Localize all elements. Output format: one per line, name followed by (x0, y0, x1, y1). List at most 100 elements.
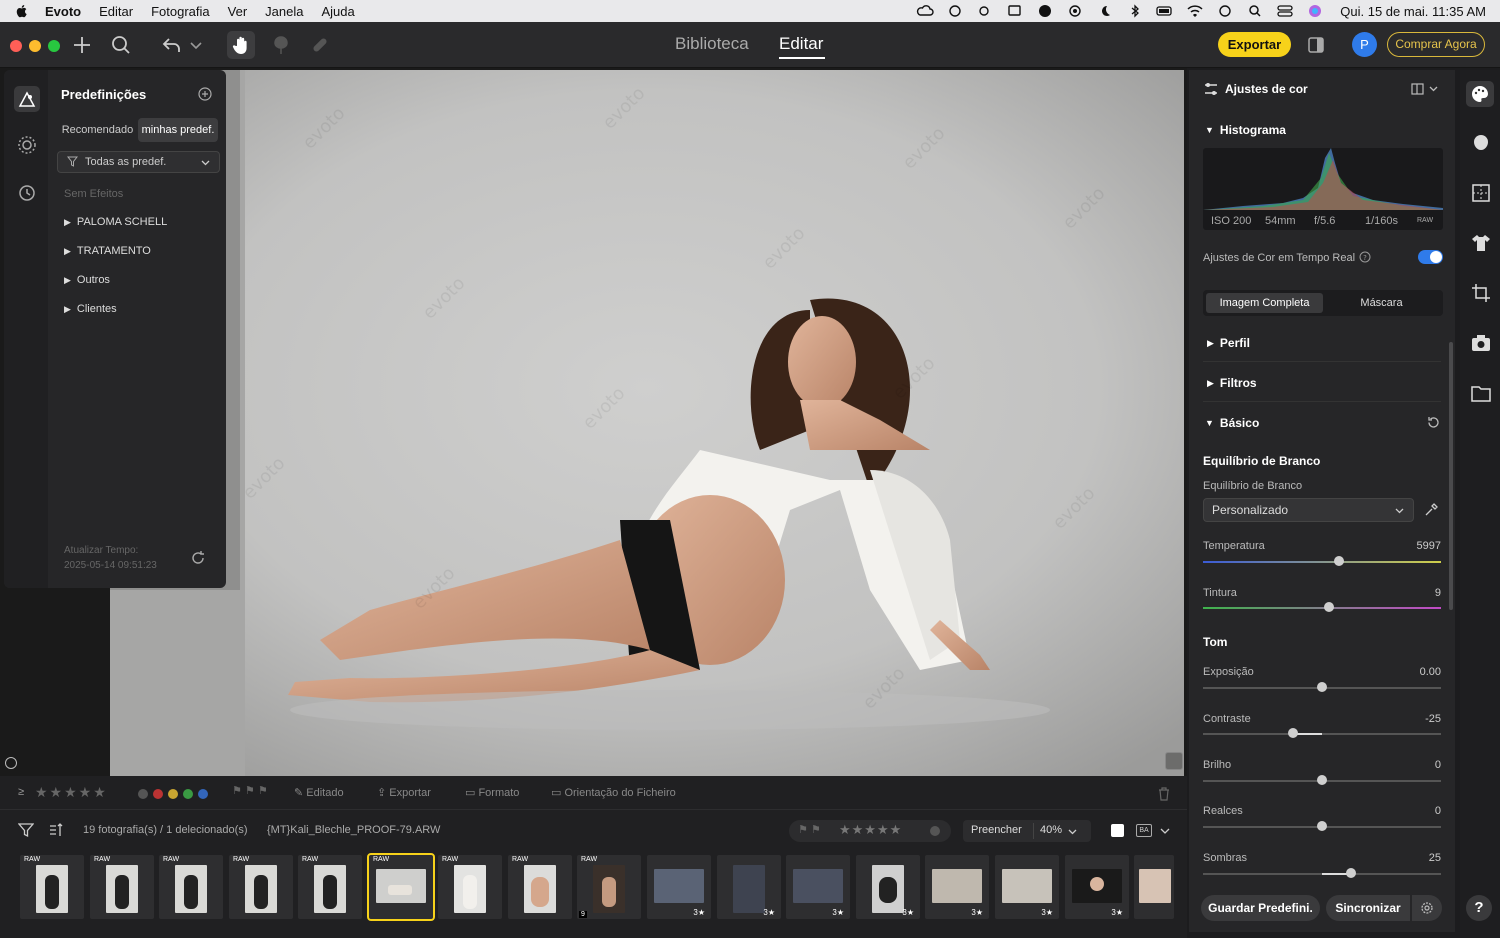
color-label-red[interactable] (153, 789, 163, 799)
save-preset-button[interactable]: Guardar Predefini. (1201, 895, 1320, 921)
sync-button[interactable]: Sincronizar (1326, 895, 1410, 921)
sort-icon[interactable] (48, 822, 64, 838)
chevron-down-icon[interactable] (1159, 825, 1171, 837)
undo-button[interactable] (158, 31, 186, 59)
add-button[interactable] (68, 31, 96, 59)
help-button[interactable]: ? (1466, 895, 1492, 921)
crop-tool-icon[interactable] (1470, 282, 1492, 304)
color-label-green[interactable] (183, 789, 193, 799)
export-filter[interactable]: ⇪ Exportar (377, 786, 431, 799)
flag-buttons[interactable]: ⚑ ⚑ (798, 823, 821, 836)
temperature-slider-knob[interactable] (1333, 556, 1344, 566)
exposure-value[interactable]: 0.00 (1420, 666, 1441, 678)
temperature-icon[interactable] (976, 4, 994, 18)
compare-view-button[interactable] (1165, 752, 1183, 770)
color-tool-button[interactable] (1466, 81, 1494, 107)
filmstrip-thumbnail[interactable]: RAW (229, 855, 293, 919)
hand-tool-button[interactable] (227, 31, 255, 59)
menu-ver[interactable]: Ver (219, 4, 257, 19)
eyedropper-icon[interactable] (1423, 502, 1439, 518)
preset-folder[interactable]: ▶ Clientes (64, 303, 117, 315)
color-label-yellow[interactable] (168, 789, 178, 799)
full-image-tab[interactable]: Imagem Completa (1206, 293, 1323, 313)
face-tool-icon[interactable] (1470, 132, 1492, 154)
wifi-icon[interactable] (1186, 4, 1204, 18)
brightness-value[interactable]: 0 (1435, 759, 1441, 771)
window-close-button[interactable] (10, 40, 22, 52)
siri-icon[interactable] (1306, 4, 1324, 18)
filmstrip-thumbnail[interactable]: RAW (90, 855, 154, 919)
preset-filter-select[interactable]: Todas as predef. (57, 151, 220, 173)
exposure-slider[interactable] (1203, 682, 1441, 692)
white-balance-select[interactable]: Personalizado (1203, 498, 1414, 522)
brightness-slider-knob[interactable] (1317, 775, 1327, 785)
before-after-button[interactable]: BA (1136, 824, 1152, 837)
shadows-slider-knob[interactable] (1345, 868, 1356, 878)
histogram-header[interactable]: ▼ Histograma (1205, 123, 1286, 137)
filmstrip-thumbnail[interactable]: RAW (298, 855, 362, 919)
folder-tool-icon[interactable] (1470, 382, 1492, 404)
contrast-slider[interactable] (1203, 728, 1441, 738)
clothing-tool-icon[interactable] (1470, 232, 1492, 254)
shadows-slider[interactable] (1203, 868, 1441, 878)
cloud-status-icon[interactable] (916, 4, 934, 18)
bandage-tool-button[interactable] (306, 31, 334, 59)
clock[interactable]: Qui. 15 de mai. 11:35 AM (1340, 4, 1486, 19)
battery-icon[interactable] (1156, 4, 1174, 18)
flag-filter[interactable]: ⚑ ⚑ ⚑ (232, 784, 268, 797)
single-view-button[interactable] (1111, 824, 1124, 837)
chevron-down-icon[interactable] (1067, 826, 1078, 837)
moon-icon[interactable] (1096, 4, 1114, 18)
contrast-value[interactable]: -25 (1425, 713, 1441, 725)
reset-icon[interactable] (1426, 415, 1441, 430)
sync-settings-button[interactable] (1412, 895, 1442, 921)
refresh-icon[interactable] (190, 550, 206, 566)
menu-janela[interactable]: Janela (256, 4, 312, 19)
filters-section-header[interactable]: ▶ Filtros (1207, 376, 1257, 390)
color-label-button[interactable] (930, 826, 940, 836)
filmstrip-thumbnail[interactable]: 3★ (647, 855, 711, 919)
layout-toggle-icon[interactable] (1411, 82, 1441, 96)
no-effects-item[interactable]: Sem Efeitos (64, 188, 123, 200)
spotlight-icon[interactable] (1246, 4, 1264, 18)
batch-tab-button[interactable] (14, 132, 40, 158)
filmstrip-thumbnail[interactable]: 3★ (925, 855, 989, 919)
trash-icon[interactable] (1157, 787, 1171, 801)
background-tool-icon[interactable] (1470, 182, 1492, 204)
menu-editar[interactable]: Editar (90, 4, 142, 19)
windows-icon[interactable] (1006, 4, 1024, 18)
presets-tab-button[interactable] (14, 86, 40, 112)
filter-icon[interactable] (18, 822, 34, 838)
filmstrip-thumbnail[interactable]: 3★ (1065, 855, 1129, 919)
filmstrip-thumbnail[interactable]: RAW (159, 855, 223, 919)
preset-folder[interactable]: ▶ PALOMA SCHELL (64, 216, 167, 228)
format-filter[interactable]: ▭ Formato (465, 786, 519, 799)
window-zoom-button[interactable] (48, 40, 60, 52)
tab-edit[interactable]: Editar (779, 34, 823, 54)
search-button[interactable] (107, 31, 135, 59)
basic-section-header[interactable]: ▼ Básico (1205, 416, 1259, 430)
preset-folder[interactable]: ▶ Outros (64, 274, 110, 286)
control-center-icon[interactable] (1276, 4, 1294, 18)
photo-preview[interactable]: evoto evoto evoto evoto evoto evoto evot… (110, 70, 1184, 776)
avatar[interactable]: P (1352, 32, 1377, 57)
tint-slider-knob[interactable] (1324, 602, 1335, 612)
screen-time-icon[interactable] (1216, 4, 1234, 18)
color-label-none[interactable] (138, 789, 148, 799)
panel-scrollbar[interactable] (1449, 342, 1453, 610)
filmstrip-thumbnail[interactable]: 3★ (786, 855, 850, 919)
sidebar-toggle-button[interactable] (1302, 31, 1330, 59)
highlights-value[interactable]: 0 (1435, 805, 1441, 817)
rating-filter-operator[interactable]: ≥ (18, 786, 24, 798)
tab-my-presets[interactable]: minhas predef. (138, 118, 218, 142)
zoom-level[interactable]: 40% (1040, 824, 1062, 836)
add-preset-icon[interactable] (198, 87, 212, 101)
filmstrip-thumbnail[interactable]: 3★ (856, 855, 920, 919)
tab-recommended[interactable]: Recomendado (57, 118, 138, 142)
filmstrip-thumbnail[interactable]: RAW (438, 855, 502, 919)
highlights-slider[interactable] (1203, 821, 1441, 831)
filmstrip-thumbnail[interactable]: 3★ (717, 855, 781, 919)
temperature-value[interactable]: 5997 (1417, 540, 1441, 552)
orientation-filter[interactable]: ▭ Orientação do Ficheiro (551, 786, 676, 799)
tint-slider[interactable] (1203, 602, 1441, 612)
